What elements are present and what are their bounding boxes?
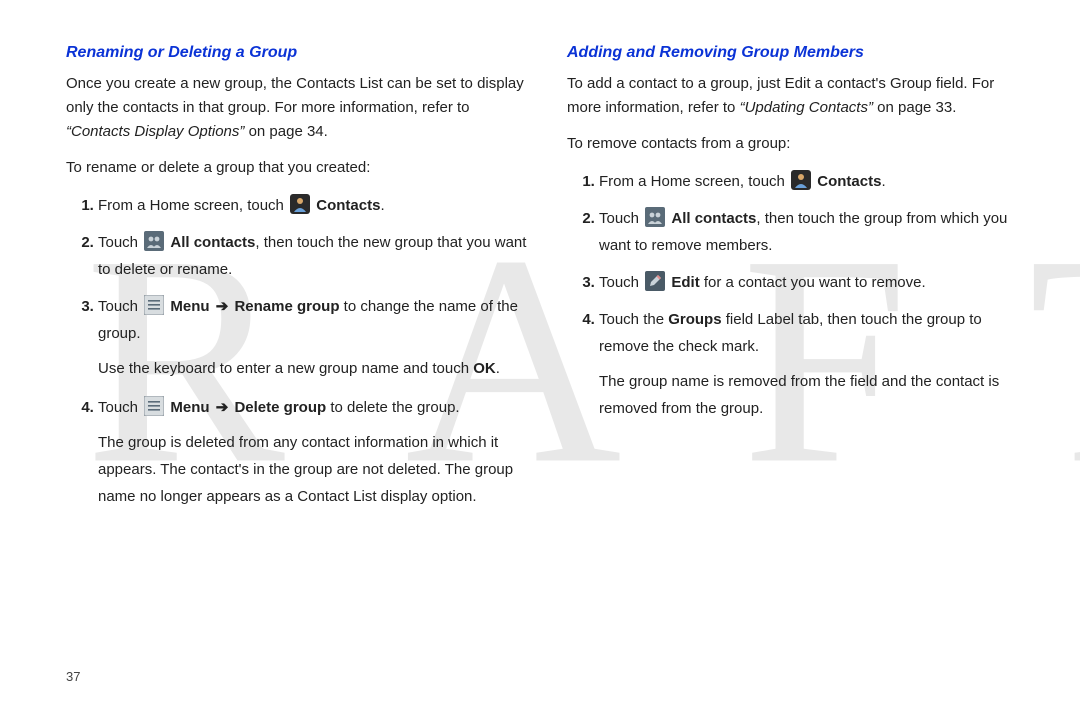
- left-column: Renaming or Deleting a Group Once you cr…: [66, 44, 527, 522]
- section-heading-add-remove: Adding and Removing Group Members: [567, 44, 1028, 62]
- step-text: Touch the: [599, 311, 668, 328]
- step-4: Touch the Groups field Label tab, then t…: [599, 306, 1028, 422]
- intro-paragraph: Once you create a new group, the Contact…: [66, 72, 527, 144]
- cross-reference: “Contacts Display Options”: [66, 123, 244, 140]
- contacts-group-icon: [645, 207, 665, 227]
- step-text: From a Home screen, touch: [98, 197, 288, 214]
- step-text: Touch: [98, 298, 142, 315]
- contacts-app-icon: [290, 194, 310, 214]
- step-post: to delete the group.: [326, 399, 459, 416]
- intro-text-post: on page 34.: [244, 123, 327, 140]
- step-text: From a Home screen, touch: [599, 173, 789, 190]
- step-bold: Edit: [671, 274, 699, 291]
- sub-bold: OK: [473, 360, 496, 377]
- step-3: Touch Menu ➔ Rename group to change the …: [98, 293, 527, 382]
- step-sub: The group is deleted from any contact in…: [98, 429, 527, 510]
- step-bold-menu: Menu: [170, 399, 209, 416]
- step-bold-menu: Menu: [170, 298, 209, 315]
- edit-pencil-icon: [645, 271, 665, 291]
- step-bold: Contacts: [817, 173, 881, 190]
- step-bold: All contacts: [170, 234, 255, 251]
- step-text: Touch: [599, 274, 643, 291]
- step-2: Touch All contacts, then touch the group…: [599, 205, 1028, 259]
- step-sub: The group name is removed from the field…: [599, 368, 1028, 422]
- step-bold: Groups: [668, 311, 721, 328]
- step-bold: All contacts: [671, 210, 756, 227]
- intro-paragraph: To add a contact to a group, just Edit a…: [567, 72, 1028, 120]
- step-bold: Contacts: [316, 197, 380, 214]
- intro-text-post: on page 33.: [873, 99, 956, 116]
- right-column: Adding and Removing Group Members To add…: [567, 44, 1028, 522]
- sub-text: Use the keyboard to enter a new group na…: [98, 360, 473, 377]
- cross-reference: “Updating Contacts”: [740, 99, 873, 116]
- step-text: Touch: [98, 234, 142, 251]
- contacts-app-icon: [791, 170, 811, 190]
- manual-page: DRAFT Renaming or Deleting a Group Once …: [0, 0, 1080, 720]
- step-1: From a Home screen, touch Contacts.: [98, 192, 527, 219]
- arrow-icon: ➔: [216, 298, 229, 315]
- step-bold-rename: Rename group: [234, 298, 339, 315]
- step-text: Touch: [98, 399, 142, 416]
- step-bold-delete: Delete group: [234, 399, 326, 416]
- lead-in: To rename or delete a group that you cre…: [66, 156, 527, 180]
- page-number: 37: [66, 669, 80, 684]
- menu-icon: [144, 396, 164, 416]
- step-post: .: [380, 197, 384, 214]
- section-heading-rename-delete: Renaming or Deleting a Group: [66, 44, 527, 62]
- menu-icon: [144, 295, 164, 315]
- arrow-icon: ➔: [216, 399, 229, 416]
- step-post: .: [881, 173, 885, 190]
- steps-list: From a Home screen, touch Contacts. Touc…: [66, 192, 527, 510]
- step-3: Touch Edit for a contact you want to rem…: [599, 269, 1028, 296]
- sub-post: .: [496, 360, 500, 377]
- lead-in: To remove contacts from a group:: [567, 132, 1028, 156]
- contacts-group-icon: [144, 231, 164, 251]
- step-4: Touch Menu ➔ Delete group to delete the …: [98, 394, 527, 510]
- step-post: for a contact you want to remove.: [700, 274, 926, 291]
- steps-list: From a Home screen, touch Contacts. Touc…: [567, 168, 1028, 422]
- step-1: From a Home screen, touch Contacts.: [599, 168, 1028, 195]
- step-sub: Use the keyboard to enter a new group na…: [98, 355, 527, 382]
- intro-text: Once you create a new group, the Contact…: [66, 75, 524, 116]
- step-text: Touch: [599, 210, 643, 227]
- two-column-layout: Renaming or Deleting a Group Once you cr…: [66, 44, 1028, 522]
- step-2: Touch All contacts, then touch the new g…: [98, 229, 527, 283]
